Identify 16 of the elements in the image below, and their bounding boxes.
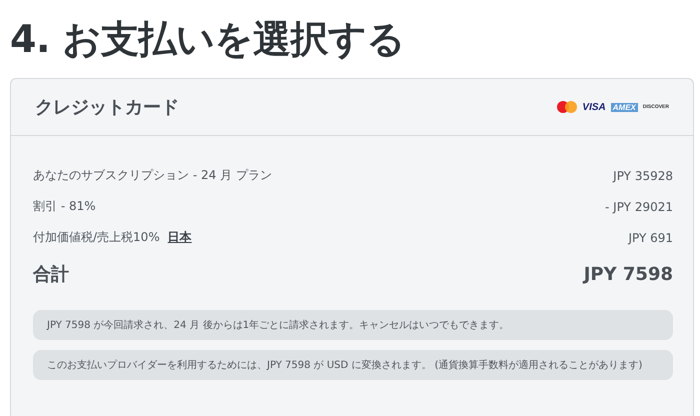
brand-logo: VISA [582, 102, 606, 112]
info-note: JPY 7598 が今回請求され、24 月 後からは1年ごとに請求されます。キャンセルはいつでもできます。 [33, 310, 673, 340]
total-label: 合計 [33, 263, 69, 286]
info-note: このお支払いプロバイダーを利用するためには、JPY 7598 が USD に変換されます。 (通貨換算手数料が適用されることがあります) [33, 350, 673, 380]
overlapping-circles-icon [557, 101, 578, 113]
line-amount: JPY 691 [628, 230, 673, 244]
line-amount: JPY 35928 [613, 168, 673, 182]
total-amount: JPY 7598 [584, 264, 673, 284]
brand-logo: AMEX [610, 102, 638, 112]
page-heading: 4. お支払いを選択する [9, 16, 406, 63]
line-label: あなたのサブスクリプション - 24 月 プラン [33, 167, 272, 184]
line-label: 付加価値税/売上税10% [33, 229, 160, 246]
line-label: 割引 - 81% [33, 198, 96, 215]
card-title: クレジットカード [35, 96, 179, 119]
line-amount: - JPY 29021 [605, 200, 673, 214]
country-link[interactable]: 日本 [168, 229, 192, 246]
